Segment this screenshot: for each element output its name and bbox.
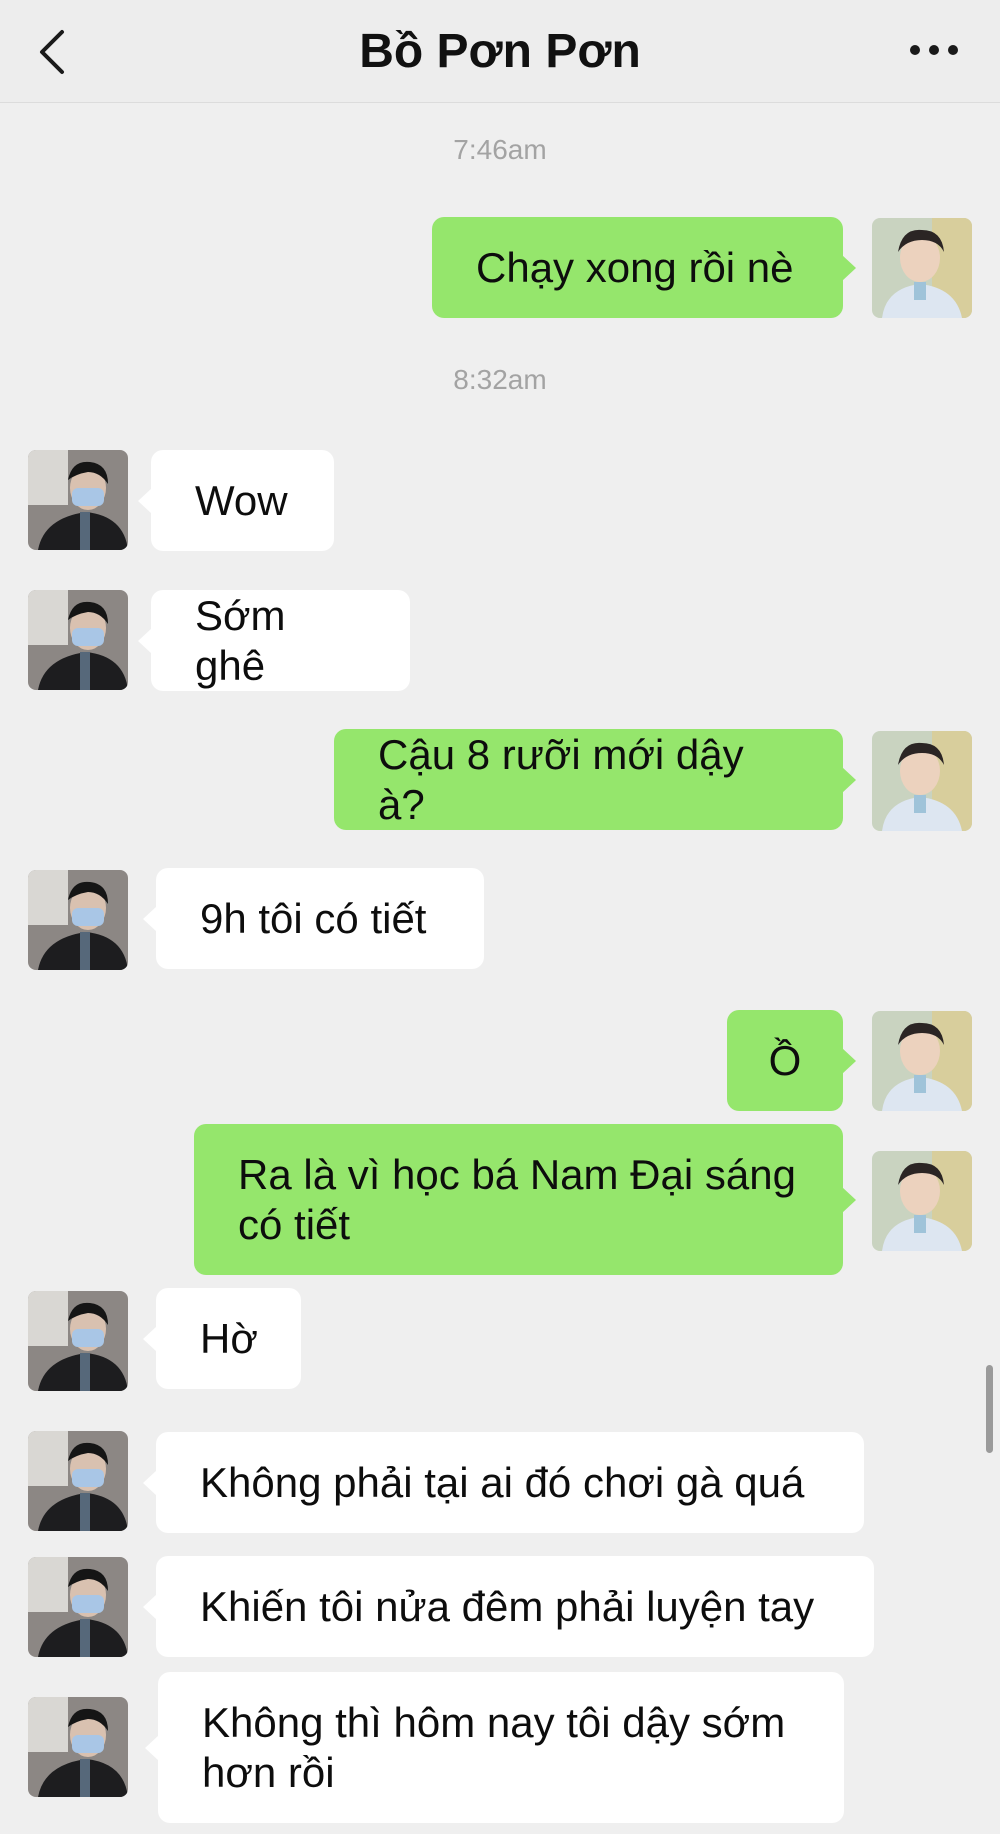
message-bubble-sent[interactable]: Chạy xong rồi nè — [432, 217, 856, 318]
contact-avatar[interactable] — [28, 1697, 128, 1797]
contact-avatar[interactable] — [28, 450, 128, 550]
contact-avatar[interactable] — [28, 590, 128, 690]
contact-avatar[interactable] — [28, 1431, 128, 1531]
avatar-photo-contact — [28, 1697, 128, 1797]
message-bubble-sent[interactable]: Ra là vì học bá Nam Đại sáng có tiết — [194, 1124, 856, 1275]
scrollbar-thumb[interactable] — [986, 1365, 993, 1453]
more-dots-icon — [910, 45, 958, 55]
message-bubble-received[interactable]: Sớm ghê — [138, 590, 410, 691]
my-avatar[interactable] — [872, 1011, 972, 1111]
chat-header: Bồ Pơn Pơn — [0, 0, 1000, 103]
avatar-photo-me — [872, 1011, 972, 1111]
chat-title: Bồ Pơn Pơn — [359, 25, 641, 78]
timestamp: 8:32am — [453, 364, 547, 395]
my-avatar[interactable] — [872, 731, 972, 831]
avatar-photo-me — [872, 1151, 972, 1251]
avatar-photo-contact — [28, 450, 128, 550]
avatar-photo-contact — [28, 1557, 128, 1657]
timestamp: 7:46am — [453, 134, 547, 165]
avatar-photo-me — [872, 218, 972, 318]
message-bubble-received[interactable]: Hờ — [143, 1288, 301, 1389]
my-avatar[interactable] — [872, 218, 972, 318]
avatar-photo-contact — [28, 590, 128, 690]
avatar-photo-me — [872, 731, 972, 831]
message-bubble-received[interactable]: 9h tôi có tiết — [143, 868, 484, 969]
message-bubble-sent[interactable]: Ồ — [727, 1010, 856, 1111]
message-bubble-received[interactable]: Wow — [138, 450, 334, 551]
message-bubble-received[interactable]: Khiến tôi nửa đêm phải luyện tay — [143, 1556, 874, 1657]
avatar-photo-contact — [28, 1291, 128, 1391]
message-bubble-sent[interactable]: Cậu 8 rưỡi mới dậy à? — [334, 729, 856, 830]
more-options-button[interactable] — [904, 30, 964, 70]
my-avatar[interactable] — [872, 1151, 972, 1251]
avatar-photo-contact — [28, 1431, 128, 1531]
contact-avatar[interactable] — [28, 1557, 128, 1657]
contact-avatar[interactable] — [28, 1291, 128, 1391]
contact-avatar[interactable] — [28, 870, 128, 970]
avatar-photo-contact — [28, 870, 128, 970]
message-bubble-received[interactable]: Không phải tại ai đó chơi gà quá — [143, 1432, 864, 1533]
message-bubble-received[interactable]: Không thì hôm nay tôi dậy sớm hơn rồi — [145, 1672, 844, 1823]
